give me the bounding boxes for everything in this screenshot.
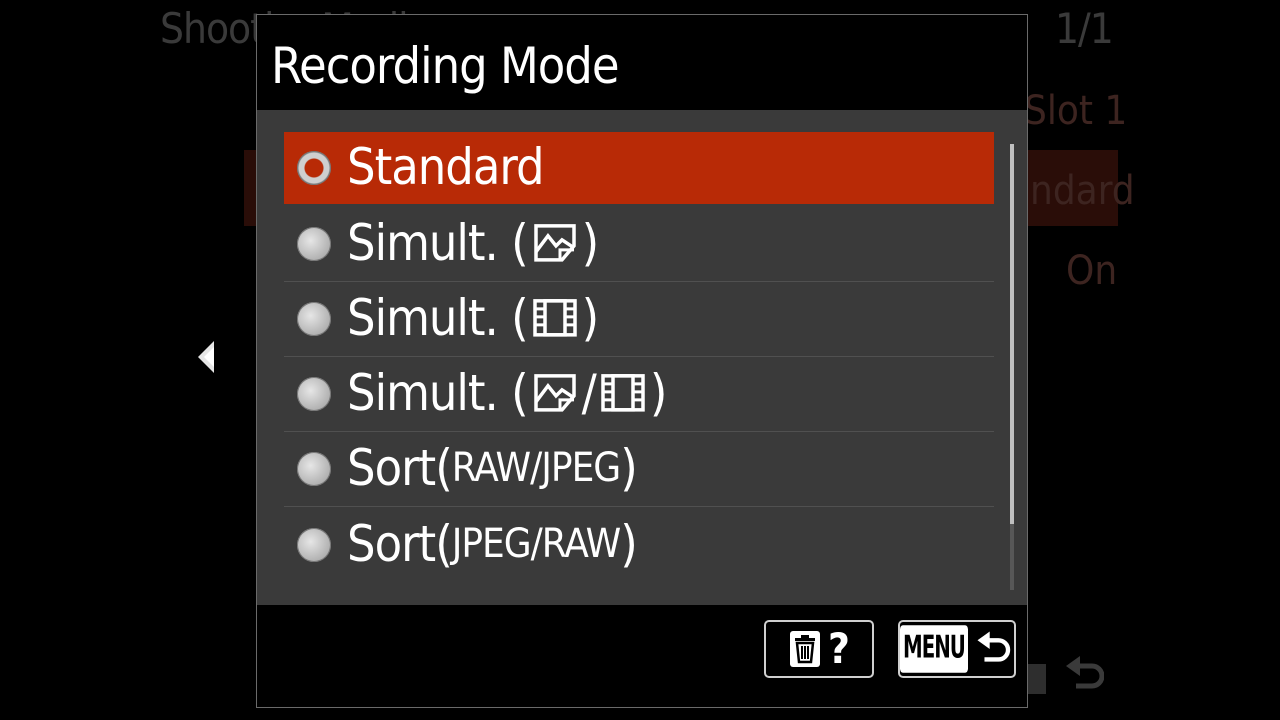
scrollbar[interactable]	[1010, 144, 1014, 590]
trash-icon	[790, 631, 821, 667]
option-text: Sort(	[347, 438, 453, 497]
movie-icon	[532, 299, 577, 337]
option-text: Sort(	[347, 514, 453, 573]
radio-icon	[297, 452, 331, 486]
option-suffix: )	[620, 438, 638, 497]
option-text: Simult. (	[347, 288, 529, 347]
radio-icon	[297, 302, 331, 336]
option-label: Simult. ( / )	[347, 363, 668, 422]
option-simult-movie[interactable]: Simult. ( )	[284, 282, 994, 357]
option-suffix: )	[581, 288, 600, 347]
option-separator: /	[581, 363, 597, 422]
option-standard[interactable]: Standard	[284, 132, 994, 204]
recording-mode-dialog: Recording Mode Standard Simult. () Simu…	[256, 14, 1028, 708]
option-label: Sort( RAW/JPEG )	[347, 438, 638, 497]
help-button[interactable]: ?	[764, 620, 874, 678]
option-subtext: JPEG/RAW	[451, 520, 621, 567]
option-label: Sort( JPEG/RAW )	[347, 514, 638, 573]
background-back-icon	[1024, 656, 1104, 694]
option-text: Simult. (	[347, 363, 529, 422]
radio-icon	[297, 377, 331, 411]
dialog-title: Recording Mode	[271, 37, 620, 95]
option-suffix: )	[620, 514, 638, 573]
options-panel: Standard Simult. ( ) Simult. () Simult.…	[257, 110, 1027, 605]
background-value-on: On	[1066, 248, 1118, 294]
still-image-icon	[533, 374, 576, 412]
options-list: Standard Simult. ( ) Simult. () Simult.…	[284, 132, 994, 582]
help-question-label: ?	[828, 624, 850, 673]
scrollbar-thumb[interactable]	[1010, 144, 1014, 524]
left-arrow-icon[interactable]	[196, 339, 216, 375]
option-simult-still-movie[interactable]: Simult. ( / )	[284, 357, 994, 432]
radio-icon	[297, 527, 331, 562]
option-label: Simult. ( )	[347, 213, 600, 272]
option-sort-raw-jpeg[interactable]: Sort( RAW/JPEG )	[284, 432, 994, 507]
option-text: Simult. (	[347, 213, 529, 272]
option-suffix: )	[649, 363, 668, 422]
background-page-indicator: 1/1	[1055, 4, 1114, 53]
still-image-icon	[533, 224, 576, 262]
option-text: Standard	[347, 137, 545, 196]
radio-icon	[297, 227, 331, 261]
option-label: Simult. ( )	[347, 288, 600, 347]
radio-selected-icon	[297, 151, 331, 185]
option-sort-jpeg-raw[interactable]: Sort( JPEG/RAW )	[284, 507, 994, 582]
menu-back-button[interactable]: MENU	[898, 620, 1016, 678]
option-label: Standard	[347, 137, 545, 196]
option-suffix: )	[581, 213, 600, 272]
menu-label: MENU	[900, 625, 968, 673]
movie-icon	[601, 374, 645, 412]
background-value-slot: Slot 1	[1024, 88, 1128, 134]
option-simult-still[interactable]: Simult. ( )	[284, 207, 994, 282]
background-value-mode: ndard	[1030, 168, 1135, 214]
option-subtext: RAW/JPEG	[451, 444, 621, 491]
back-arrow-icon	[977, 631, 1011, 662]
